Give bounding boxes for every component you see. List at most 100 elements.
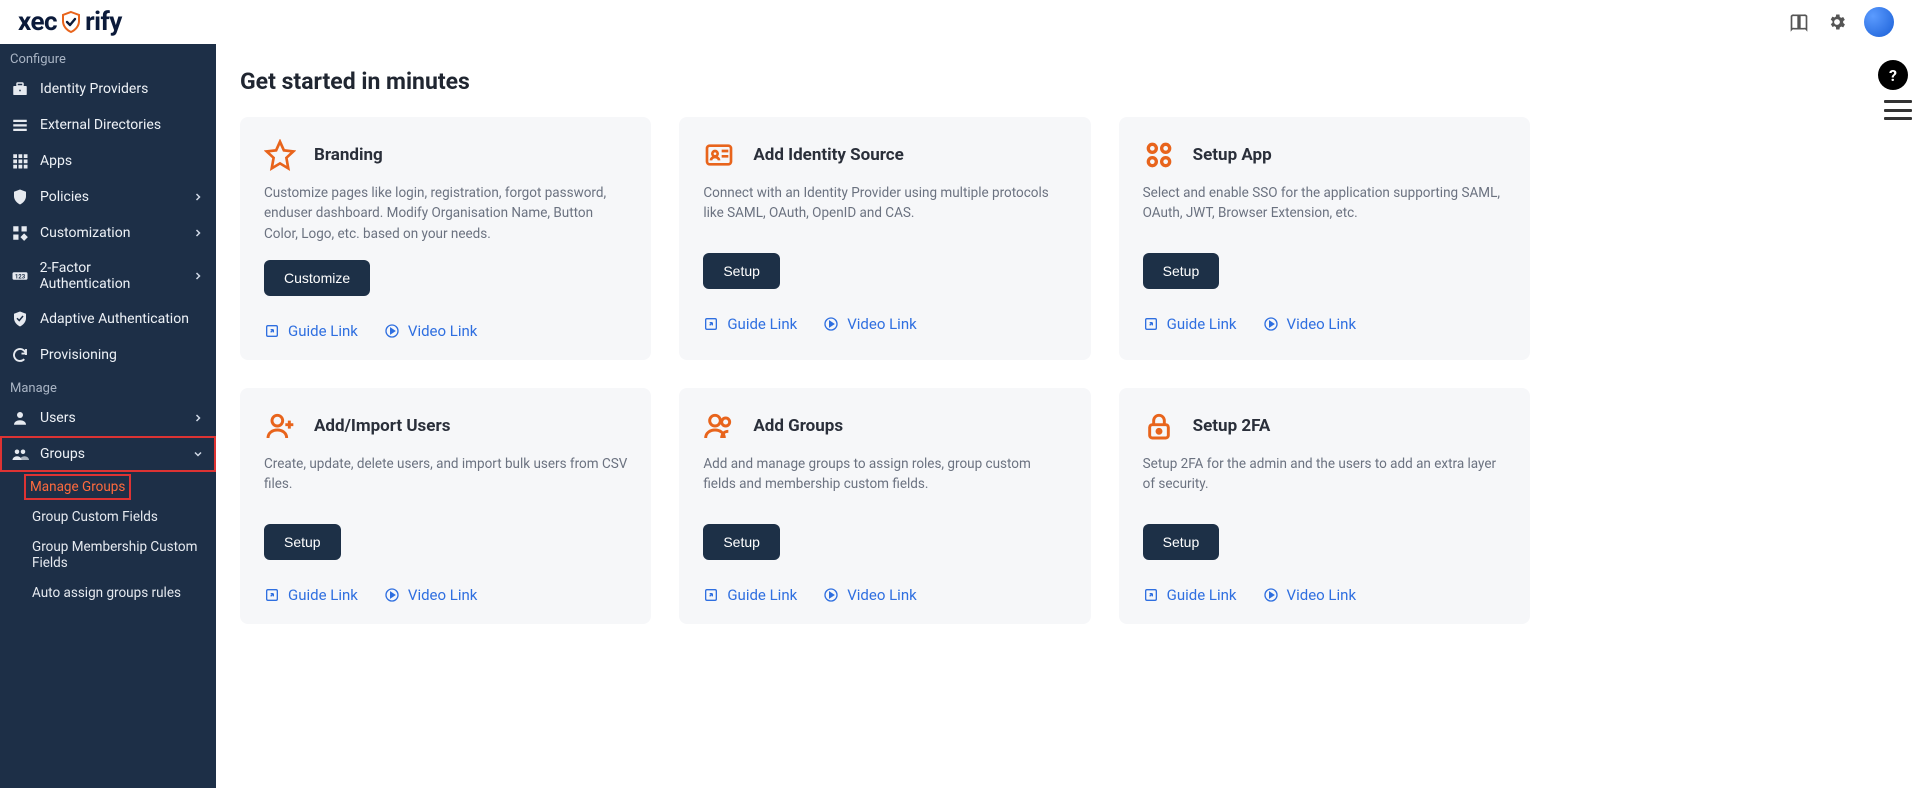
sidebar-item-adaptive-auth[interactable]: Adaptive Authentication [0, 301, 216, 337]
setup-button[interactable]: Setup [703, 524, 780, 560]
video-link[interactable]: Video Link [384, 586, 478, 604]
grid-icon [10, 152, 30, 170]
svg-text:123: 123 [15, 273, 26, 280]
hamburger-icon[interactable] [1884, 100, 1912, 120]
video-link[interactable]: Video Link [823, 315, 917, 333]
help-button[interactable]: ? [1878, 60, 1908, 90]
sidebar-item-label: Users [40, 410, 76, 426]
brand-text-left: xec [18, 7, 57, 37]
sidebar-item-label: Adaptive Authentication [40, 311, 189, 327]
sidebar-item-label: External Directories [40, 117, 161, 133]
sidebar-section-manage: Manage [0, 373, 216, 400]
star-icon [264, 139, 296, 171]
video-link[interactable]: Video Link [1263, 586, 1357, 604]
sidebar-item-users[interactable]: Users [0, 400, 216, 436]
guide-link[interactable]: Guide Link [703, 315, 797, 333]
sidebar-item-provisioning[interactable]: Provisioning [0, 337, 216, 373]
card-title: Setup App [1193, 145, 1272, 165]
topbar-right [1788, 7, 1894, 37]
guide-link[interactable]: Guide Link [264, 586, 358, 604]
setup-button[interactable]: Setup [264, 524, 341, 560]
top-bar: xec rify [0, 0, 1912, 44]
sidebar-item-label: Apps [40, 153, 72, 169]
user-icon [10, 409, 30, 427]
card-desc: Connect with an Identity Provider using … [703, 183, 1066, 237]
sidebar-section-configure: Configure [0, 44, 216, 71]
sidebar-item-label: Policies [40, 189, 89, 205]
sync-icon [10, 346, 30, 364]
briefcase-icon [10, 80, 30, 98]
sidebar-sub-manage-groups[interactable]: Manage Groups [24, 474, 131, 500]
sidebar-sub-label: Manage Groups [30, 479, 125, 495]
card-branding: Branding Customize pages like login, reg… [240, 117, 651, 360]
sidebar-item-label: Provisioning [40, 347, 117, 363]
sidebar-sub-auto-assign-rules[interactable]: Auto assign groups rules [0, 578, 216, 608]
shield-check-icon [10, 310, 30, 328]
card-desc: Setup 2FA for the admin and the users to… [1143, 454, 1506, 508]
sidebar-item-apps[interactable]: Apps [0, 143, 216, 179]
two-fa-icon: 123 [10, 267, 30, 285]
card-setup-app: Setup App Select and enable SSO for the … [1119, 117, 1530, 360]
gear-icon[interactable] [1826, 11, 1848, 33]
setup-button[interactable]: Setup [1143, 524, 1220, 560]
card-desc: Create, update, delete users, and import… [264, 454, 627, 508]
avatar[interactable] [1864, 7, 1894, 37]
sidebar-item-external-directories[interactable]: External Directories [0, 107, 216, 143]
page-title: Get started in minutes [240, 68, 1882, 95]
chevron-down-icon [192, 448, 204, 460]
customize-button[interactable]: Customize [264, 260, 370, 296]
card-add-identity-source: Add Identity Source Connect with an Iden… [679, 117, 1090, 360]
guide-link[interactable]: Guide Link [703, 586, 797, 604]
card-title: Add Identity Source [753, 145, 904, 165]
video-link[interactable]: Video Link [823, 586, 917, 604]
group-plus-icon [703, 410, 735, 442]
card-title: Add/Import Users [314, 416, 450, 436]
chevron-right-icon [192, 191, 204, 203]
id-icon [703, 139, 735, 171]
card-title: Add Groups [753, 416, 843, 436]
book-icon[interactable] [1788, 11, 1810, 33]
sidebar-item-identity-providers[interactable]: Identity Providers [0, 71, 216, 107]
group-icon [10, 445, 30, 463]
sidebar-item-label: Groups [40, 446, 85, 462]
sidebar-item-label: Identity Providers [40, 81, 148, 97]
setup-button[interactable]: Setup [703, 253, 780, 289]
chevron-right-icon [192, 412, 204, 424]
sidebar-sub-label: Auto assign groups rules [32, 585, 181, 601]
sidebar-sub-label: Group Membership Custom Fields [32, 539, 197, 571]
card-add-groups: Add Groups Add and manage groups to assi… [679, 388, 1090, 624]
card-title: Setup 2FA [1193, 416, 1271, 436]
sidebar-item-groups[interactable]: Groups [0, 436, 216, 472]
sidebar-sub-label: Group Custom Fields [32, 509, 158, 525]
sidebar-item-label: 2-Factor Authentication [40, 260, 182, 292]
video-link[interactable]: Video Link [384, 322, 478, 340]
main-content: ? Get started in minutes Branding Custom… [216, 44, 1912, 788]
setup-button[interactable]: Setup [1143, 253, 1220, 289]
card-desc: Add and manage groups to assign roles, g… [703, 454, 1066, 508]
cards-grid: Branding Customize pages like login, reg… [240, 117, 1530, 624]
sidebar: Configure Identity Providers External Di… [0, 44, 216, 788]
widget-icon [10, 224, 30, 242]
guide-link[interactable]: Guide Link [1143, 315, 1237, 333]
card-desc: Select and enable SSO for the applicatio… [1143, 183, 1506, 237]
video-link[interactable]: Video Link [1263, 315, 1357, 333]
guide-link[interactable]: Guide Link [1143, 586, 1237, 604]
card-add-import-users: Add/Import Users Create, update, delete … [240, 388, 651, 624]
guide-link[interactable]: Guide Link [264, 322, 358, 340]
sidebar-item-policies[interactable]: Policies [0, 179, 216, 215]
shield-icon [59, 10, 83, 34]
chevron-right-icon [192, 227, 204, 239]
shield-icon [10, 188, 30, 206]
user-plus-icon [264, 410, 296, 442]
sidebar-item-label: Customization [40, 225, 130, 241]
sidebar-item-2fa[interactable]: 123 2-Factor Authentication [0, 251, 216, 301]
apps-icon [1143, 139, 1175, 171]
list-icon [10, 116, 30, 134]
brand-text-right: rify [85, 7, 122, 37]
sidebar-sub-group-membership-custom-fields[interactable]: Group Membership Custom Fields [0, 532, 216, 578]
brand-logo[interactable]: xec rify [18, 7, 122, 37]
chevron-right-icon [192, 270, 204, 282]
card-title: Branding [314, 145, 383, 165]
sidebar-sub-group-custom-fields[interactable]: Group Custom Fields [0, 502, 216, 532]
sidebar-item-customization[interactable]: Customization [0, 215, 216, 251]
